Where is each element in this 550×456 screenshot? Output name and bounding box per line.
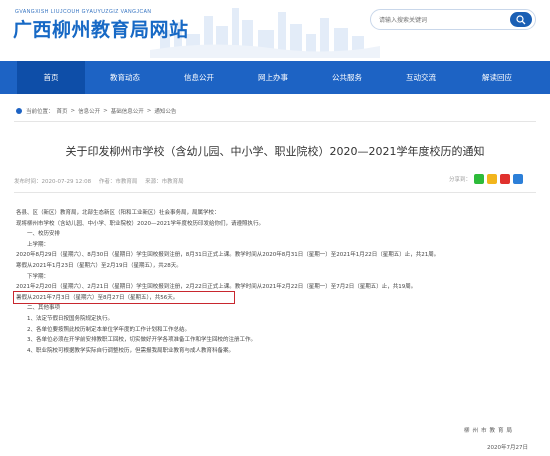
weibo-icon[interactable]	[500, 174, 511, 184]
paragraph: 寒假从2021年1月23日（星期六）至2月19日（星期五），共28天。	[16, 262, 182, 269]
breadcrumb-prefix: 当前位置：	[26, 109, 54, 115]
nav-item-interpretation[interactable]: 解读回应	[461, 61, 533, 94]
list-item: 2、各单位要按照此校历制定本单位学年度的工作计划和工作总结。	[27, 326, 191, 333]
location-icon	[16, 108, 22, 114]
article-title: 关于印发柳州市学校（含幼儿园、中小学、职业院校）2020—2021学年度校历的通…	[65, 145, 485, 158]
nav-item-news[interactable]: 教育动态	[91, 61, 159, 94]
intro-paragraph: 现将柳州市学校（含幼儿园、中小学、职业院校）2020—2021学年度校历印发给你…	[16, 220, 264, 227]
site-title[interactable]: 广西柳州教育局网站	[13, 15, 189, 42]
main-nav: 首页 教育动态 信息公开 网上办事 公共服务 互动交流 解读回应	[0, 61, 550, 94]
nav-item-home[interactable]: 首页	[17, 61, 85, 94]
list-item: 3、各单位必须在开学前安排教职工回校，切实做好开学各项准备工作和学生回校的注册工…	[27, 337, 257, 344]
nav-item-interaction[interactable]: 互动交流	[387, 61, 455, 94]
wechat-icon[interactable]	[474, 174, 485, 184]
divider	[14, 121, 536, 122]
search-button[interactable]	[510, 12, 532, 27]
section-heading: 一、校历安排	[27, 231, 61, 238]
breadcrumb-separator: >	[103, 108, 108, 114]
list-item: 4、职业院校可根据教学实际自行调整校历，但需报我局职业教育与成人教育科备案。	[27, 347, 235, 354]
salutation: 各县、区（新区）教育局，北部生态新区（阳和工业新区）社会事务局，局属学校：	[16, 210, 220, 216]
nav-item-public-services[interactable]: 公共服务	[313, 61, 381, 94]
divider	[14, 192, 536, 193]
signature: 柳州市教育局	[464, 428, 516, 434]
share-label: 分享到：	[449, 177, 472, 183]
breadcrumb-item-home[interactable]: 首页	[57, 107, 68, 115]
article-meta: 发布时间：2020-07-29 12:08 作者：市教育局 来源：市教育局	[14, 177, 190, 185]
breadcrumb-separator: >	[70, 108, 76, 114]
share-bar: 分享到：	[449, 174, 524, 184]
renren-icon[interactable]	[513, 174, 524, 184]
search-box	[370, 9, 536, 30]
subheading: 下学期：	[27, 273, 50, 280]
nav-item-disclosure[interactable]: 信息公开	[165, 61, 233, 94]
search-input[interactable]	[379, 13, 507, 27]
author: 作者：市教育局	[98, 179, 138, 185]
breadcrumb: 当前位置： 首页 > 信息公开 > 基础信息公开 > 通知公告	[16, 107, 179, 115]
section-heading: 二、其他事项	[27, 305, 61, 312]
search-icon	[516, 15, 526, 25]
list-item: 1、法定节假日按国务院规定执行。	[27, 315, 114, 322]
article-body: 各县、区（新区）教育局，北部生态新区（阳和工业新区）社会事务局，局属学校： 现将…	[16, 208, 538, 356]
signature-date: 2020年7月27日	[487, 445, 528, 451]
publish-time: 发布时间：2020-07-29 12:08	[14, 179, 92, 185]
qzone-icon[interactable]	[487, 174, 498, 184]
source: 来源：市教育局	[145, 179, 184, 185]
highlight-box	[13, 291, 235, 304]
subheading: 上学期：	[27, 241, 50, 248]
paragraph: 2020年8月29日（星期六）、8月30日（星期日）学生回校报到注册，8月31日…	[16, 252, 440, 259]
breadcrumb-item-disclosure[interactable]: 信息公开	[78, 107, 100, 115]
nav-item-online-services[interactable]: 网上办事	[239, 61, 307, 94]
site-header: GVANGXISH LIUJCOUH GYAUYUZGIZ VANGJCAN 广…	[0, 0, 550, 58]
breadcrumb-item-basic-info[interactable]: 基础信息公开	[111, 107, 144, 115]
breadcrumb-separator: >	[146, 108, 152, 114]
breadcrumb-item-notices[interactable]: 通知公告	[154, 107, 176, 115]
